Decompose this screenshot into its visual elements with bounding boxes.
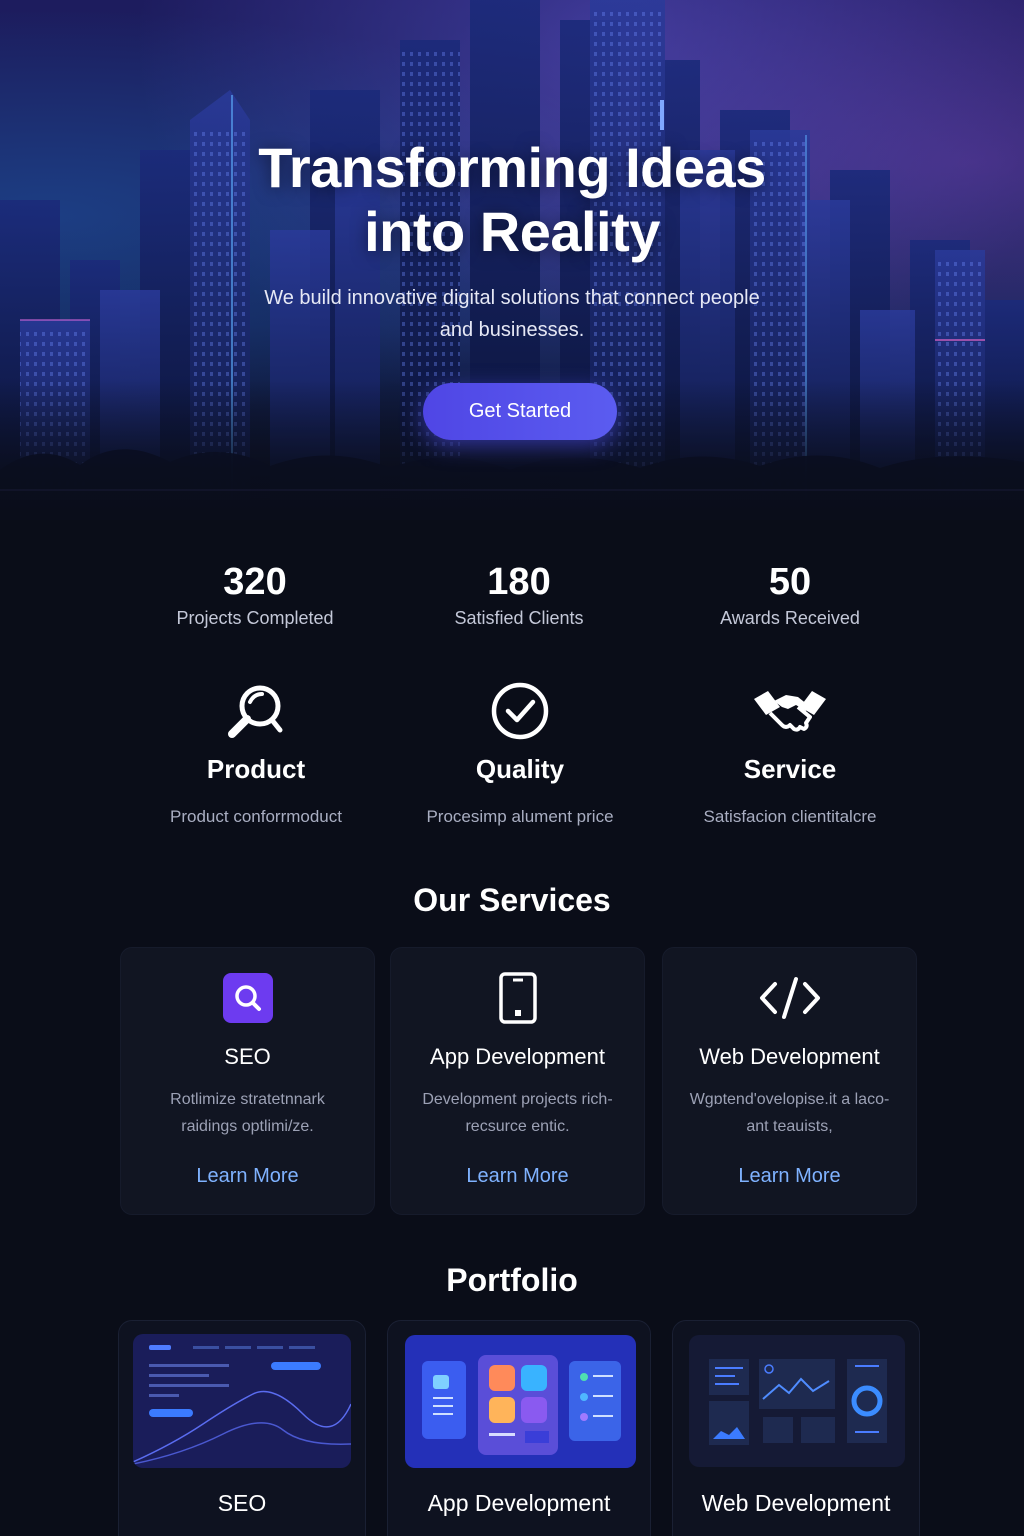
- feature-title: Quality: [475, 754, 565, 784]
- handshake-icon: [650, 680, 930, 742]
- stat-projects: 320 Projects Completed: [125, 560, 385, 629]
- stat-value: 180: [487, 561, 551, 603]
- portfolio-title: SEO: [217, 1490, 267, 1516]
- feature-quality: Quality Procesimp alument price: [380, 680, 660, 827]
- web-dashboard-thumbnail: [689, 1335, 905, 1467]
- stat-label: Satisfied Clients: [454, 608, 584, 628]
- portfolio-card-web-development[interactable]: Web Development: [672, 1320, 920, 1536]
- service-card-seo: SEO Rotlimize stratetnnark raidings optl…: [120, 947, 375, 1215]
- service-description: Development projects rich- recsurce enti…: [422, 1091, 613, 1135]
- service-description: Wgɒtend'ovelopise.it a laco-ant teauists…: [689, 1091, 890, 1135]
- service-card-app-development: App Development Development projects ric…: [390, 947, 645, 1215]
- search-icon: [121, 972, 374, 1024]
- feature-title: Service: [743, 754, 837, 784]
- code-icon: [663, 972, 916, 1024]
- hero-title: Transforming Ideas into Reality: [0, 136, 1024, 264]
- chart-dashboard-thumbnail: [133, 1334, 351, 1468]
- get-started-button[interactable]: Get Started: [423, 383, 617, 440]
- mobile-apps-thumbnail: [405, 1335, 636, 1468]
- stat-clients: 180 Satisfied Clients: [389, 560, 649, 629]
- services-heading: Our Services: [413, 882, 611, 918]
- service-title: SEO: [224, 1044, 271, 1069]
- hero-subtitle: We build innovative digital solutions th…: [264, 287, 760, 341]
- service-card-web-development: Web Development Wgɒtend'ovelopise.it a l…: [662, 947, 917, 1215]
- portfolio-card-app-development[interactable]: App Development: [387, 1320, 651, 1536]
- stat-value: 320: [223, 561, 287, 603]
- feature-product: Product Product conforrmoduct: [116, 680, 396, 827]
- hero-title-line-1: Transforming Ideas: [258, 136, 766, 199]
- stat-label: Awards Received: [720, 608, 860, 628]
- phone-icon: [391, 972, 644, 1024]
- learn-more-link[interactable]: Learn More: [391, 1165, 644, 1188]
- portfolio-title: Web Development: [701, 1490, 891, 1516]
- portfolio-title: App Development: [427, 1490, 611, 1516]
- feature-description: Procesimp alument price: [426, 807, 614, 826]
- stat-awards: 50 Awards Received: [660, 560, 920, 629]
- magnifier-icon: [116, 680, 396, 742]
- service-description: Rotlimize stratetnnark raidings optlimi/…: [170, 1091, 325, 1135]
- learn-more-link[interactable]: Learn More: [121, 1165, 374, 1188]
- check-circle-icon: [380, 680, 660, 742]
- hero-title-line-2: into Reality: [364, 200, 660, 263]
- hero-section: Transforming Ideas into Reality We build…: [0, 0, 1024, 540]
- service-title: Web Development: [699, 1044, 880, 1069]
- feature-description: Satisfacion clientitalcre: [703, 807, 877, 826]
- feature-title: Product: [206, 754, 306, 784]
- feature-service: Service Satisfacion clientitalcre: [650, 680, 930, 827]
- portfolio-card-seo[interactable]: SEO: [118, 1320, 366, 1536]
- learn-more-link[interactable]: Learn More: [663, 1165, 916, 1188]
- stat-value: 50: [768, 561, 812, 603]
- stat-label: Projects Completed: [176, 608, 334, 628]
- service-title: App Development: [430, 1044, 605, 1069]
- portfolio-heading: Portfolio: [446, 1262, 578, 1298]
- feature-description: Product conforrmoduct: [170, 807, 342, 826]
